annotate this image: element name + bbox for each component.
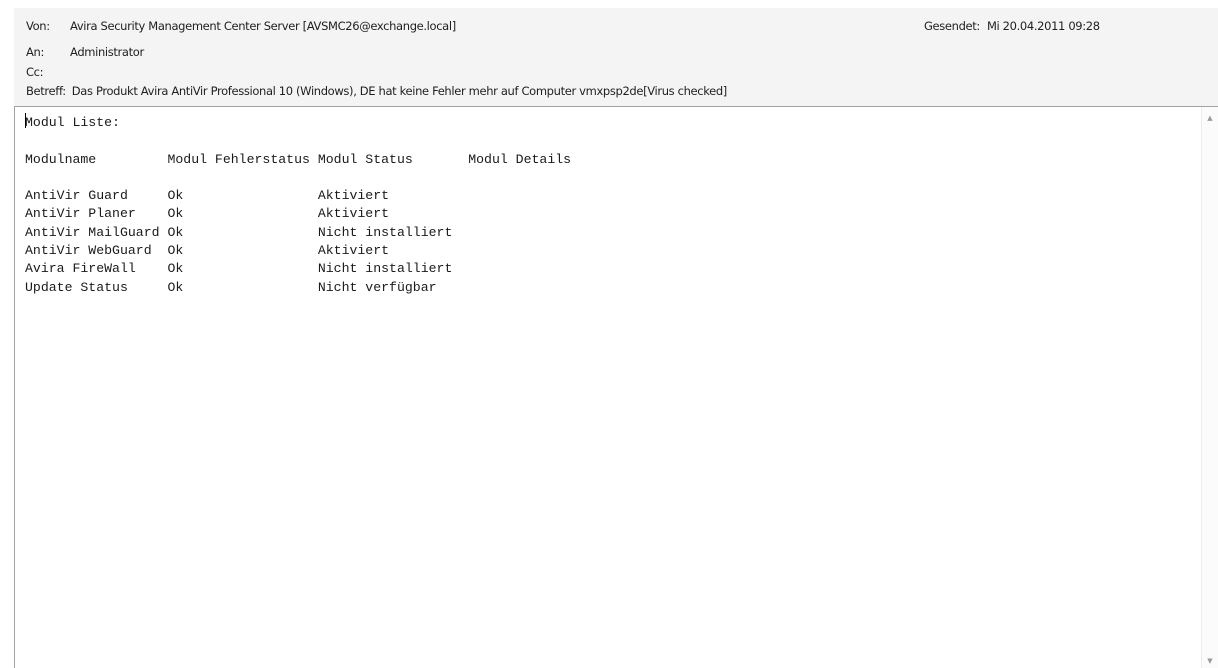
module-row: Update Status Ok Nicht verfügbar xyxy=(25,279,571,297)
module-row: Avira FireWall Ok Nicht installiert xyxy=(25,260,571,278)
to-value[interactable]: Administrator xyxy=(70,45,144,59)
from-label: Von: xyxy=(26,19,50,33)
module-row: AntiVir MailGuard Ok Nicht installiert xyxy=(25,224,571,242)
column-header-row: Modulname Modul Fehlerstatus Modul Statu… xyxy=(25,151,571,169)
module-cell: Avira FireWall xyxy=(25,261,168,277)
module-cell: Ok xyxy=(167,243,318,259)
module-cell: Nicht verfügbar xyxy=(317,279,469,295)
module-row: AntiVir Planer Ok Aktiviert xyxy=(25,205,571,223)
body-title-line: Modul Liste: xyxy=(25,113,571,132)
module-cell: AntiVir Guard xyxy=(25,188,168,204)
message-body[interactable]: Modul Liste: Modulname Modul Fehlerstatu… xyxy=(14,106,1218,668)
sent-row: Gesendet: Mi 20.04.2011 09:28 xyxy=(924,19,1100,33)
vertical-scrollbar[interactable]: ▲ ▼ xyxy=(1201,107,1218,668)
subject-label: Betreff: xyxy=(26,84,66,98)
from-row: Von: Avira Security Management Center Ser… xyxy=(26,19,456,33)
cc-row: Cc: xyxy=(26,65,70,79)
sent-label: Gesendet: xyxy=(924,19,980,33)
from-value[interactable]: Avira Security Management Center Server … xyxy=(70,19,456,33)
scroll-up-arrow-icon[interactable]: ▲ xyxy=(1202,110,1218,126)
module-cell: Nicht installiert xyxy=(317,261,469,277)
module-cell: Ok xyxy=(167,188,318,204)
module-cell: Aktiviert xyxy=(317,206,469,222)
module-cell: AntiVir Planer xyxy=(25,206,168,222)
to-label: An: xyxy=(26,45,44,59)
module-row: AntiVir Guard Ok Aktiviert xyxy=(25,187,571,205)
module-cell: AntiVir WebGuard xyxy=(25,243,168,259)
body-title: Modul Liste: xyxy=(25,115,120,130)
module-cell: AntiVir MailGuard xyxy=(25,224,168,240)
module-row: AntiVir WebGuard Ok Aktiviert xyxy=(25,242,571,260)
column-header: Modul Fehlerstatus xyxy=(167,151,318,167)
column-header: Modul Status xyxy=(317,151,469,167)
module-cell: Update Status xyxy=(25,279,168,295)
subject-row: Betreff: Das Produkt Avira AntiVir Profes… xyxy=(26,84,727,98)
to-row: An: Administrator xyxy=(26,45,144,59)
message-body-text[interactable]: Modul Liste: Modulname Modul Fehlerstatu… xyxy=(25,113,571,297)
module-cell: Ok xyxy=(167,206,318,222)
sent-value: Mi 20.04.2011 09:28 xyxy=(986,19,1100,33)
subject-value: Das Produkt Avira AntiVir Professional 1… xyxy=(71,84,727,98)
module-cell: Ok xyxy=(167,224,318,240)
mail-window: Von: Avira Security Management Center Ser… xyxy=(0,0,1218,668)
module-cell: Aktiviert xyxy=(317,243,469,259)
cc-label: Cc: xyxy=(26,65,44,79)
module-cell: Aktiviert xyxy=(317,188,469,204)
module-cell: Ok xyxy=(167,279,318,295)
module-cell: Nicht installiert xyxy=(317,224,469,240)
column-header: Modul Details xyxy=(468,151,572,167)
module-cell: Ok xyxy=(167,261,318,277)
message-header: Von: Avira Security Management Center Ser… xyxy=(14,8,1218,106)
scroll-down-arrow-icon[interactable]: ▼ xyxy=(1202,653,1218,668)
column-header: Modulname xyxy=(25,151,168,167)
